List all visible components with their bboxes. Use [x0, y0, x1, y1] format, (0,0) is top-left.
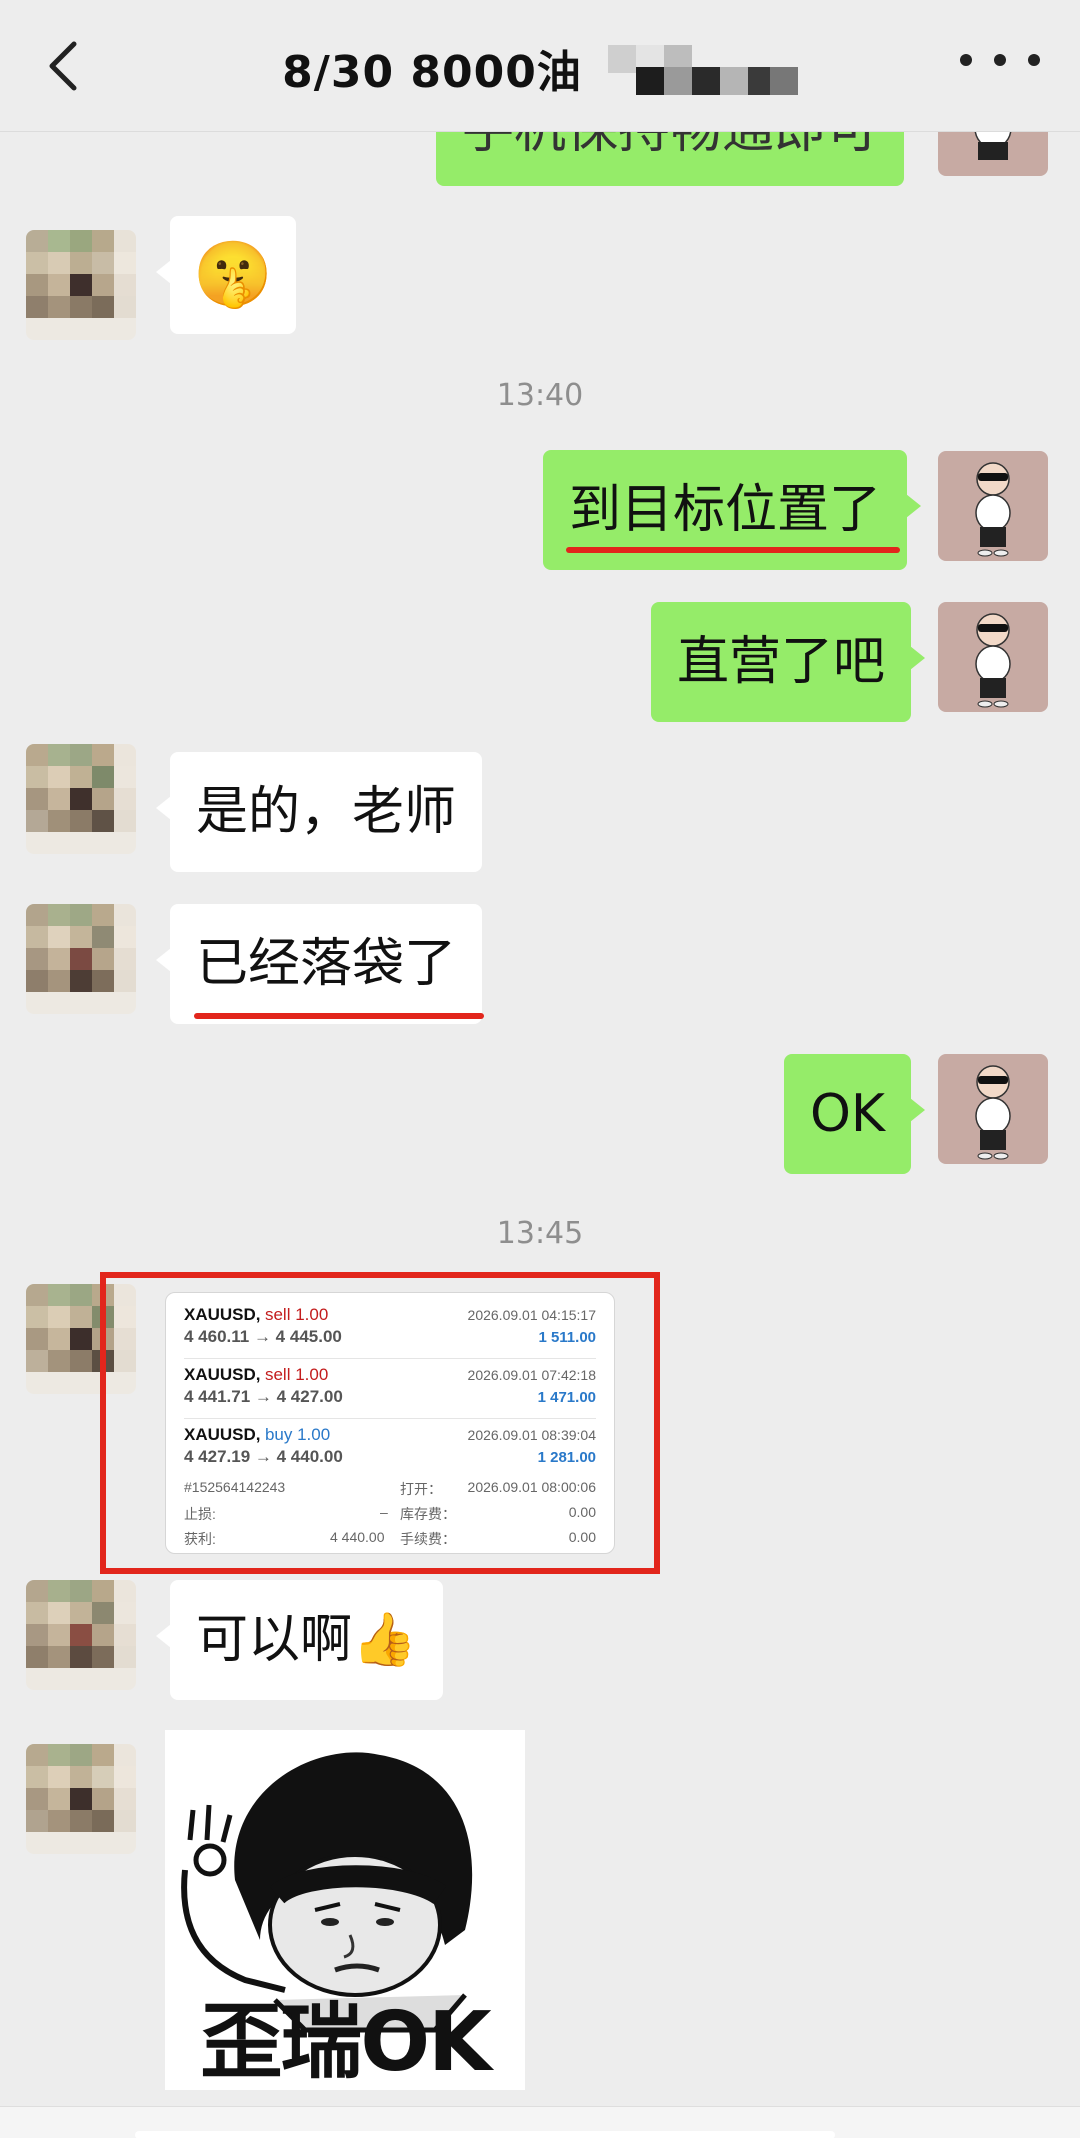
contact-avatar[interactable]: [26, 1744, 136, 1854]
avatar-figure-icon: [975, 1065, 1011, 1160]
trade-side: buy 1.00: [264, 1425, 331, 1444]
timestamp: 13:40: [496, 378, 584, 413]
trade-side: sell 1.00: [264, 1365, 329, 1384]
avatar-figure-icon: [975, 462, 1011, 557]
input-field[interactable]: [135, 2131, 835, 2138]
chat-title: 8/30 8000油: [282, 47, 582, 98]
sl-label: 止损:: [184, 1506, 216, 1522]
fee-label: 手续费：: [400, 1531, 456, 1547]
message-bubble[interactable]: 直营了吧: [651, 602, 926, 722]
trade-side: sell 1.00: [264, 1305, 329, 1324]
trade-history-image[interactable]: XAUUSD, sell 1.00 4 460.11 → 4 445.00 20…: [165, 1292, 615, 1554]
message-bubble[interactable]: 已经落袋了: [155, 904, 483, 1024]
sticker-caption: 歪瑞OK: [200, 1995, 491, 2090]
chat-title-row: 8/30 8000油: [0, 36, 1080, 100]
message-text: 直营了吧: [677, 632, 886, 692]
message-bubble[interactable]: 🤫: [156, 216, 296, 334]
trade-profit: 1 281.00: [537, 1449, 596, 1466]
message-text: 到目标位置了: [569, 480, 882, 540]
my-avatar[interactable]: [938, 1054, 1048, 1164]
trade-date: 2026.09.01 07:42:18: [467, 1367, 596, 1383]
message-text: 已经落袋了: [196, 934, 457, 994]
contact-avatar[interactable]: [26, 230, 136, 340]
trade-profit: 1 471.00: [537, 1389, 596, 1406]
timestamp: 13:45: [496, 1216, 584, 1251]
trade-symbol: XAUUSD,: [184, 1425, 261, 1444]
tp-label: 获利:: [184, 1531, 216, 1547]
contact-avatar[interactable]: [26, 904, 136, 1014]
message-text: 可以啊👍: [196, 1610, 417, 1670]
red-underline: [194, 1013, 484, 1019]
trade-prices: 4 441.71 → 4 427.00: [184, 1387, 343, 1406]
order-info-row: #152564142243 打开： 2026.09.01 08:00:06: [184, 1475, 596, 1500]
censored-name: [607, 41, 798, 95]
tp-value: 4 440.00: [330, 1529, 385, 1545]
contact-avatar[interactable]: [26, 1580, 136, 1690]
trade-prices: 4 460.11 → 4 445.00: [184, 1327, 342, 1346]
message-bubble[interactable]: 可以啊👍: [156, 1580, 443, 1700]
trade-symbol: XAUUSD,: [184, 1365, 261, 1384]
trade-date: 2026.09.01 08:39:04: [467, 1427, 596, 1443]
order-id: #152564142243: [184, 1479, 286, 1495]
input-bar: [0, 2106, 1080, 2138]
avatar-figure-icon: [975, 613, 1011, 708]
message-bubble[interactable]: OK: [784, 1054, 926, 1174]
swap-label: 库存费：: [400, 1506, 456, 1522]
open-time: 2026.09.01 08:00:06: [467, 1479, 596, 1495]
trade-symbol: XAUUSD,: [184, 1305, 261, 1324]
my-avatar[interactable]: [938, 602, 1048, 712]
order-info-row: 获利: 4 440.00 手续费： 0.00: [184, 1525, 596, 1550]
contact-avatar[interactable]: [26, 744, 136, 854]
sl-value: –: [380, 1504, 388, 1520]
meme-sticker[interactable]: 歪瑞OK: [165, 1730, 525, 2090]
trade-row: XAUUSD, sell 1.00 4 460.11 → 4 445.00 20…: [184, 1299, 596, 1359]
order-info-row: 止损: – 库存费： 0.00: [184, 1500, 596, 1525]
message-bubble[interactable]: 是的，老师: [155, 752, 483, 872]
shushing-face-emoji: 🤫: [193, 238, 273, 312]
chat-header: 8/30 8000油: [0, 0, 1080, 132]
fee-value: 0.00: [568, 1529, 596, 1545]
red-underline: [566, 547, 900, 553]
trade-prices: 4 427.19 → 4 440.00: [184, 1447, 343, 1466]
open-label: 打开：: [400, 1481, 442, 1497]
trade-row: XAUUSD, buy 1.00 4 427.19 → 4 440.00 202…: [184, 1419, 596, 1475]
trade-profit: 1 511.00: [538, 1329, 596, 1346]
swap-value: 0.00: [568, 1504, 596, 1520]
more-dots-icon[interactable]: [960, 54, 1040, 78]
message-text: 是的，老师: [196, 782, 457, 842]
my-avatar[interactable]: [938, 451, 1048, 561]
trade-date: 2026.09.01 04:15:17: [467, 1307, 596, 1323]
message-text: OK: [810, 1084, 886, 1144]
trade-row: XAUUSD, sell 1.00 4 441.71 → 4 427.00 20…: [184, 1359, 596, 1419]
